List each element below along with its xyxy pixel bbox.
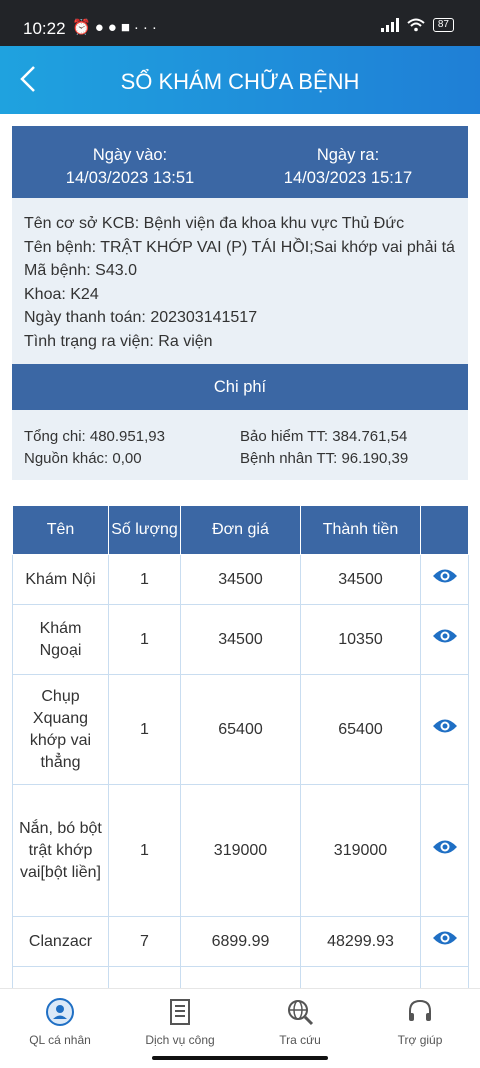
battery-icon: 87 xyxy=(432,18,454,32)
headset-icon xyxy=(409,999,431,1021)
insurance-paid: Bảo hiểm TT: 384.761,54 xyxy=(240,428,408,445)
signal-icon xyxy=(380,18,399,32)
total-cost: Tổng chi: 480.951,93 xyxy=(24,428,165,445)
table-row: Nắn, bó bột trật khớp vai[bột liền] 1 31… xyxy=(12,784,469,917)
cell-total: 34500 xyxy=(300,554,421,605)
more-icon: ··· xyxy=(133,19,161,36)
document-icon xyxy=(170,999,190,1025)
status-bar: 10:22 ⏰●●■··· 87 xyxy=(0,0,480,46)
admission-date: Ngày vào: 14/03/2023 13:51 xyxy=(12,144,248,190)
other-source: Nguồn khác: 0,00 xyxy=(24,450,142,467)
disease-code: Mã bệnh: S43.0 xyxy=(24,262,137,279)
visit-summary-card: Ngày vào: 14/03/2023 13:51 Ngày ra: 14/0… xyxy=(12,126,468,480)
cell-total: 319000 xyxy=(300,784,421,917)
table-row: Khám Ngoại 1 34500 10350 xyxy=(12,604,469,675)
discharge-status: Tình trạng ra viện: Ra viện xyxy=(24,332,213,350)
home-indicator[interactable] xyxy=(152,1056,328,1060)
table-row: Chụp Xquang khớp vai thẳng 1 65400 65400 xyxy=(12,674,469,785)
table-row: Khám Nội 1 34500 34500 xyxy=(12,554,469,605)
page-title: SỔ KHÁM CHỮA BỆNH xyxy=(120,69,360,94)
cell-quantity: 1 xyxy=(108,554,181,605)
alarm-icon: ⏰ xyxy=(72,19,95,36)
wifi-icon xyxy=(407,18,425,32)
facility-name: Tên cơ sở KCB: Bệnh viện đa khoa khu vực… xyxy=(24,215,405,232)
view-cell xyxy=(420,916,469,967)
cell-total: 65400 xyxy=(300,674,421,785)
view-cell xyxy=(420,554,469,605)
cell-name: Clanzacr xyxy=(12,916,109,967)
col-action xyxy=(420,505,469,555)
cell-price: 34500 xyxy=(180,604,301,675)
cost-right: Bảo hiểm TT: 384.761,54 Bệnh nhân TT: 96… xyxy=(240,426,408,470)
nav-lookup[interactable]: Tra cứu xyxy=(240,997,360,1047)
discharge-label: Ngày ra: xyxy=(316,146,380,164)
department: Khoa: K24 xyxy=(24,285,99,303)
admission-value: 14/03/2023 13:51 xyxy=(65,169,195,187)
view-cell xyxy=(420,674,469,785)
col-name: Tên xyxy=(12,505,109,555)
cell-price: 34500 xyxy=(180,554,301,605)
eye-icon[interactable] xyxy=(432,627,458,645)
cell-quantity: 7 xyxy=(108,916,181,967)
user-circle-icon xyxy=(46,998,74,1026)
cell-name: Nắn, bó bột trật khớp vai[bột liền] xyxy=(12,784,109,917)
cell-price: 6899.99 xyxy=(180,916,301,967)
cell-quantity: 1 xyxy=(108,784,181,917)
nav-lookup-label: Tra cứu xyxy=(279,1033,321,1047)
cell-total: 48299.93 xyxy=(300,916,421,967)
visit-info: Tên cơ sở KCB: Bệnh viện đa khoa khu vực… xyxy=(24,212,455,353)
square-icon: ■ xyxy=(120,19,134,36)
payment-date: Ngày thanh toán: 202303141517 xyxy=(24,309,258,326)
cell-price: 319000 xyxy=(180,784,301,917)
status-time: 10:22 xyxy=(23,19,66,38)
disease-name: Tên bệnh: TRẬT KHỚP VAI (P) TÁI HỒI;Sai … xyxy=(24,238,455,256)
table-row: Clanzacr 7 6899.99 48299.93 xyxy=(12,916,469,967)
discharge-value: 14/03/2023 15:17 xyxy=(283,169,413,187)
eye-icon[interactable] xyxy=(432,717,458,735)
visit-dates: Ngày vào: 14/03/2023 13:51 Ngày ra: 14/0… xyxy=(12,126,468,198)
cell-name: Khám Nội xyxy=(12,554,109,605)
nav-public-service[interactable]: Dịch vụ công xyxy=(120,997,240,1047)
cell-name: Chụp Xquang khớp vai thẳng xyxy=(12,674,109,785)
discharge-date: Ngày ra: 14/03/2023 15:17 xyxy=(248,144,448,190)
cell-quantity: 1 xyxy=(108,674,181,785)
view-cell xyxy=(420,784,469,917)
view-cell xyxy=(420,604,469,675)
admission-label: Ngày vào: xyxy=(92,146,168,164)
cell-price: 65400 xyxy=(180,674,301,785)
chat-icon: ● xyxy=(107,19,121,36)
globe-search-icon xyxy=(288,1000,314,1026)
nav-personal-label: QL cá nhân xyxy=(29,1033,91,1047)
nav-personal[interactable]: QL cá nhân xyxy=(0,997,120,1047)
eye-icon[interactable] xyxy=(432,929,458,947)
nav-help-label: Trợ giúp xyxy=(397,1033,443,1047)
system-icons: 87 xyxy=(380,18,454,32)
services-table: Tên Số lượng Đơn giá Thành tiền Khám Nội… xyxy=(12,505,469,1027)
nav-public-service-label: Dịch vụ công xyxy=(145,1033,215,1047)
cell-quantity: 1 xyxy=(108,604,181,675)
col-amount: Thành tiền xyxy=(300,505,421,555)
eye-icon[interactable] xyxy=(432,567,458,585)
messenger-icon: ● xyxy=(94,19,108,36)
notification-icons: ⏰●●■··· xyxy=(72,18,161,36)
cell-total: 10350 xyxy=(300,604,421,675)
cost-section-title: Chi phí xyxy=(12,364,468,410)
cell-name: Khám Ngoại xyxy=(12,604,109,675)
nav-help[interactable]: Trợ giúp xyxy=(360,997,480,1047)
cost-left: Tổng chi: 480.951,93 Nguồn khác: 0,00 xyxy=(24,426,165,470)
col-quantity: Số lượng xyxy=(108,505,181,555)
eye-icon[interactable] xyxy=(432,838,458,856)
patient-paid: Bệnh nhân TT: 96.190,39 xyxy=(240,450,409,467)
app-header: SỔ KHÁM CHỮA BỆNH xyxy=(0,46,480,114)
col-unit-price: Đơn giá xyxy=(180,505,301,555)
table-header: Tên Số lượng Đơn giá Thành tiền xyxy=(12,505,469,555)
